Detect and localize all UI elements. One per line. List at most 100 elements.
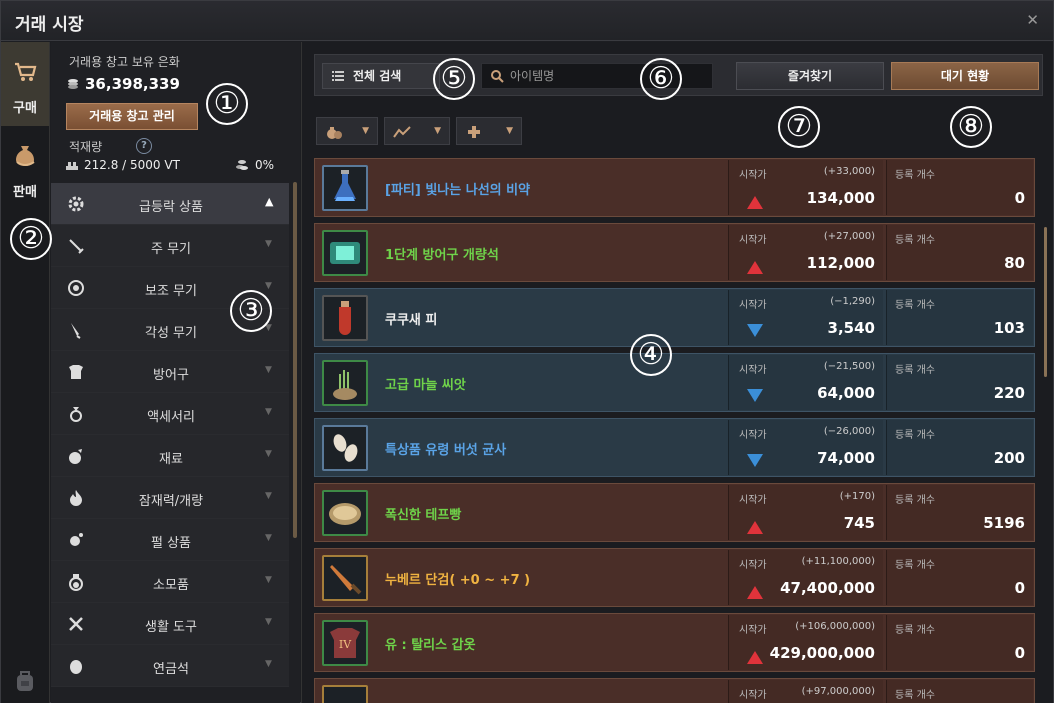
price-diff: (+97,000,000)	[801, 686, 875, 697]
price-cell: 시작가 (+97,000,000)	[728, 680, 883, 703]
category-item[interactable]: 주 무기 ▼	[51, 225, 289, 267]
window-title: 거래 시장	[15, 15, 84, 35]
backpack-icon[interactable]	[13, 667, 37, 693]
price-value: 112,000	[806, 254, 875, 272]
search-category-select[interactable]: 전체 검색	[322, 63, 440, 89]
weight-label: 적재량	[69, 140, 103, 154]
manage-warehouse-button[interactable]: 거래용 창고 관리	[66, 103, 198, 130]
category-label: 보조 무기	[145, 284, 197, 299]
item-row[interactable]: 특상품 유령 버섯 균사 시작가 (−26,000) 74,000 등록 개수 …	[314, 418, 1035, 477]
chevron-down-icon: ▼	[265, 449, 272, 459]
item-thumb	[322, 425, 368, 471]
price-value: 3,540	[827, 319, 875, 337]
tab-buy[interactable]: 구매	[1, 42, 49, 126]
price-label: 시작가	[739, 365, 767, 376]
category-item[interactable]: 소모품 ▼	[51, 561, 289, 603]
count-cell: 등록 개수 5196	[886, 485, 1033, 540]
price-label: 시작가	[739, 495, 767, 506]
price-cell: 시작가 (−1,290) 3,540	[728, 290, 883, 345]
item-thumb	[322, 490, 368, 536]
annotation-badge: ⑧	[950, 106, 992, 148]
chevron-down-icon: ▼	[265, 365, 272, 375]
count-cell: 등록 개수 220	[886, 355, 1033, 410]
category-item[interactable]: 재료 ▼	[51, 435, 289, 477]
item-row[interactable]: IV 유 : 탈리스 갑옷 시작가 (+106,000,000) 429,000…	[314, 613, 1035, 672]
count-label: 등록 개수	[895, 560, 935, 571]
plus-icon	[468, 126, 480, 138]
item-row[interactable]: [파티] 빛나는 나선의 비약 시작가 (+33,000) 134,000 등록…	[314, 158, 1035, 217]
filter-bag[interactable]: ▼	[316, 117, 378, 145]
item-thumb	[322, 360, 368, 406]
chevron-down-icon: ▼	[265, 239, 272, 249]
arrow-up-icon	[747, 261, 763, 274]
annotation-badge: ①	[206, 83, 248, 125]
count-value: 200	[993, 449, 1025, 467]
filter-plus[interactable]: ▼	[456, 117, 522, 145]
help-icon[interactable]: ?	[136, 138, 152, 154]
item-row[interactable]: 폭신한 테프빵 시작가 (+170) 745 등록 개수 5196	[314, 483, 1035, 542]
gear-icon	[68, 196, 84, 212]
category-item[interactable]: 펄 상품 ▼	[51, 519, 289, 561]
category-label: 각성 무기	[145, 326, 197, 341]
stone-icon	[70, 660, 82, 674]
weight-value-row: 212.8 / 5000 VT	[66, 158, 180, 172]
category-label: 급등락 상품	[139, 200, 203, 215]
pearl-icon	[70, 533, 83, 546]
count-cell: 등록 개수 103	[886, 290, 1033, 345]
category-item[interactable]: 잠재력/개량 ▼	[51, 477, 289, 519]
price-cell: 시작가 (+11,100,000) 47,400,000	[728, 550, 883, 605]
price-value: 47,400,000	[780, 579, 875, 597]
annotation-badge: ③	[230, 290, 272, 332]
left-tab-bar: 구매 판매	[1, 42, 50, 703]
arrow-up-icon	[747, 521, 763, 534]
tab-sell-label: 판매	[13, 185, 37, 200]
price-value: 134,000	[806, 189, 875, 207]
item-row[interactable]: 시작가 (+97,000,000) 등록 개수	[314, 678, 1035, 703]
count-value: 5196	[983, 514, 1025, 532]
category-label: 재료	[159, 452, 183, 467]
item-row[interactable]: 고급 마늘 씨앗 시작가 (−21,500) 64,000 등록 개수 220	[314, 353, 1035, 412]
item-name: 폭신한 테프빵	[385, 508, 462, 523]
category-item[interactable]: 급등락 상품 ▲	[51, 183, 289, 225]
price-label: 시작가	[739, 690, 767, 701]
category-item[interactable]: 액세서리 ▼	[51, 393, 289, 435]
item-name: 특상품 유령 버섯 균사	[385, 443, 507, 458]
arrow-down-icon	[747, 454, 763, 467]
bread-icon	[329, 503, 361, 525]
chevron-down-icon: ▼	[434, 126, 441, 136]
item-row[interactable]: 쿠쿠새 피 시작가 (−1,290) 3,540 등록 개수 103	[314, 288, 1035, 347]
item-name: 1단계 방어구 개량석	[385, 248, 499, 263]
category-item[interactable]: 연금석 ▼	[51, 645, 289, 687]
silver-amount: 36,398,339	[67, 75, 180, 93]
title-bar[interactable]: 거래 시장 ✕	[1, 1, 1053, 41]
chevron-down-icon: ▼	[265, 575, 272, 585]
armor-icon	[69, 365, 83, 379]
item-thumb: IV	[322, 620, 368, 666]
item-row[interactable]: 1단계 방어구 개량석 시작가 (+27,000) 112,000 등록 개수 …	[314, 223, 1035, 282]
count-value: 0	[1014, 644, 1025, 662]
category-list: 급등락 상품 ▲ 주 무기 ▼ 보조 무기 ▼ 각성 무기 ▼ 방어구 ▼ 액세…	[51, 183, 289, 687]
waitlist-button[interactable]: 대기 현황	[891, 62, 1039, 90]
category-scrollbar[interactable]	[293, 182, 297, 538]
filter-trend[interactable]: ▼	[384, 117, 450, 145]
trend-icon	[393, 126, 411, 138]
price-diff: (−26,000)	[823, 426, 875, 437]
tab-sell[interactable]: 판매	[1, 126, 49, 210]
category-item[interactable]: 방어구 ▼	[51, 351, 289, 393]
chevron-up-icon: ▲	[265, 195, 274, 208]
count-value: 220	[993, 384, 1025, 402]
price-diff: (+11,100,000)	[801, 556, 875, 567]
arrow-up-icon	[747, 586, 763, 599]
close-icon[interactable]: ✕	[1026, 11, 1039, 29]
arrow-up-icon	[747, 651, 763, 664]
item-row[interactable]: 누베르 단검( +0 ~ +7 ) 시작가 (+11,100,000) 47,4…	[314, 548, 1035, 607]
category-label: 소모품	[153, 578, 189, 593]
category-item[interactable]: 생활 도구 ▼	[51, 603, 289, 645]
category-label: 연금석	[153, 662, 189, 677]
item-thumb	[322, 685, 368, 703]
favorites-button[interactable]: 즐겨찾기	[736, 62, 884, 90]
material-icon	[69, 449, 82, 464]
blade-icon	[71, 323, 81, 339]
list-scrollbar[interactable]	[1044, 227, 1047, 377]
potion-icon	[69, 574, 83, 591]
